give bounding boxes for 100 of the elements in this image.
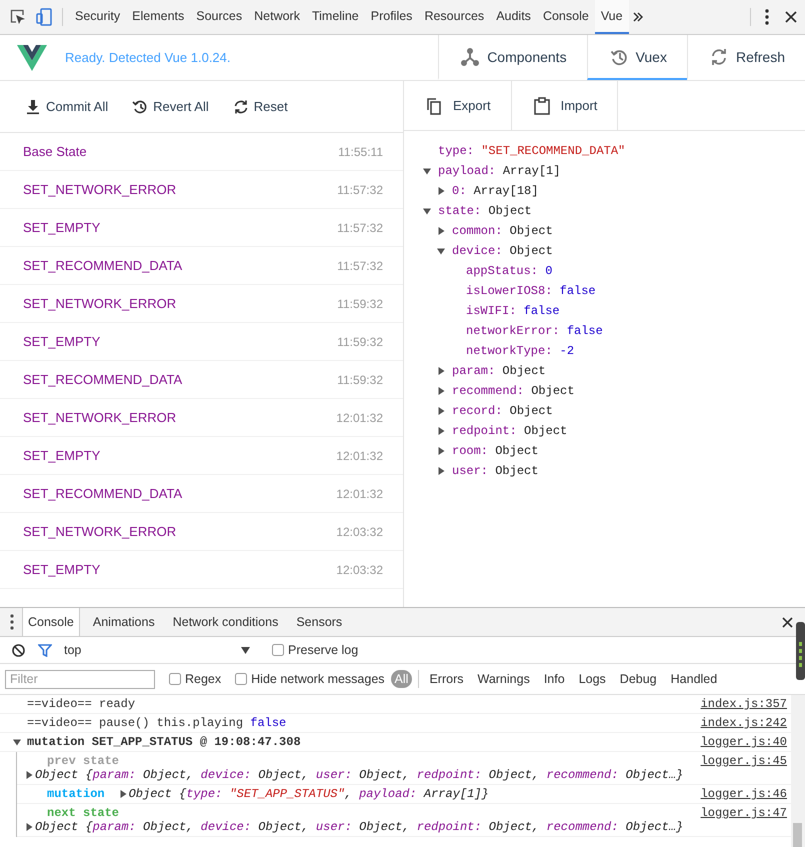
level-filter[interactable]: Warnings <box>473 670 534 688</box>
mutation-name: SET_EMPTY <box>23 562 100 577</box>
toolbar-button[interactable]: Export <box>404 81 512 130</box>
collapsed-arrow-icon[interactable] <box>437 227 445 235</box>
mutation-row[interactable]: SET_RECOMMEND_DATA 11:57:32 <box>0 247 403 285</box>
expanded-arrow-icon[interactable] <box>423 207 431 215</box>
drawer-tab[interactable]: Console <box>22 608 80 636</box>
toolbar-button[interactable]: Commit All <box>25 98 108 114</box>
level-filter[interactable]: Handled <box>666 670 722 688</box>
mutation-row[interactable]: Base State 11:55:11 <box>0 133 403 171</box>
close-icon[interactable] <box>782 616 793 628</box>
tree-nodes-icon <box>461 48 480 66</box>
devtools-tab[interactable]: Security <box>69 0 126 34</box>
mutation-name: Base State <box>23 144 87 159</box>
devtools-tab[interactable]: Timeline <box>306 0 365 34</box>
scrollbar[interactable] <box>791 695 805 847</box>
close-icon[interactable] <box>785 11 797 23</box>
collapsed-arrow-icon[interactable] <box>437 387 445 395</box>
copy-icon <box>425 96 443 114</box>
filter-field[interactable]: Filter <box>5 670 155 688</box>
context-select[interactable]: top <box>64 643 260 657</box>
expanded-arrow-icon[interactable] <box>437 247 445 255</box>
source-link[interactable]: logger.js:40 <box>700 735 787 749</box>
entry-label: mutation <box>47 787 105 801</box>
source-link[interactable]: logger.js:46 <box>700 787 787 801</box>
refresh-icon <box>710 48 728 66</box>
mutation-time: 12:03:32 <box>336 524 383 538</box>
option-checkbox[interactable]: Regex <box>169 672 222 686</box>
log-message: ==video== pause() this.playing false <box>27 716 286 730</box>
mutation-row[interactable]: SET_NETWORK_ERROR 12:01:32 <box>0 399 403 437</box>
state-entry: type: "SET_RECOMMEND_DATA" <box>438 144 626 158</box>
log-message: ==video== ready <box>27 697 136 711</box>
mutation-time: 12:03:32 <box>336 562 383 576</box>
devtools-tab[interactable]: Profiles <box>364 0 418 34</box>
mutation-row[interactable]: SET_RECOMMEND_DATA 12:01:32 <box>0 475 403 513</box>
collapsed-arrow-icon[interactable] <box>437 427 445 435</box>
state-entry: device: Object <box>452 244 553 258</box>
mutation-row[interactable]: SET_NETWORK_ERROR 12:03:32 <box>0 513 403 551</box>
collapsed-arrow-icon[interactable] <box>25 771 33 779</box>
collapsed-arrow-icon[interactable] <box>118 790 127 798</box>
drawer-tab[interactable]: Network conditions <box>168 608 284 636</box>
state-entry: param: Object <box>452 364 546 378</box>
logo-icon <box>17 44 47 70</box>
mutation-time: 12:01:32 <box>336 448 383 462</box>
toolbar-button[interactable]: Revert All <box>132 98 209 114</box>
mutation-row[interactable]: SET_NETWORK_ERROR 11:59:32 <box>0 285 403 323</box>
mutation-row[interactable]: SET_EMPTY 11:59:32 <box>0 323 403 361</box>
devtools-tab[interactable]: Vue <box>594 0 629 34</box>
menu-icon[interactable] <box>765 9 769 25</box>
mutation-time: 11:59:32 <box>337 372 383 386</box>
object-preview: Object {param: Object, device: Object, user: Object, redpoint: Object, recommend: Object…} <box>35 768 684 782</box>
level-filter[interactable]: Debug <box>616 670 661 688</box>
state-entry: common: Object <box>452 224 553 238</box>
devtools-tab[interactable]: Console <box>536 0 595 34</box>
inspect-icon[interactable] <box>10 9 26 25</box>
source-link[interactable]: index.js:357 <box>700 697 787 711</box>
mutation-row[interactable]: SET_EMPTY 12:03:32 <box>0 551 403 589</box>
devtools-tab[interactable]: Resources <box>418 0 490 34</box>
collapsed-arrow-icon[interactable] <box>437 467 445 475</box>
nav-tab[interactable]: Refresh <box>686 35 805 80</box>
more-tabs-icon[interactable] <box>632 12 643 22</box>
mutation-row[interactable]: SET_EMPTY 11:57:32 <box>0 209 403 247</box>
devtools-tab[interactable]: Sources <box>190 0 248 34</box>
filter-icon[interactable] <box>38 644 52 656</box>
toolbar-button[interactable]: Reset <box>232 98 288 114</box>
option-checkbox[interactable]: Hide network messages <box>235 672 385 686</box>
devtools-tab[interactable]: Network <box>248 0 306 34</box>
collapsed-arrow-icon[interactable] <box>437 187 445 195</box>
status-text: Ready. Detected Vue 1.0.24. <box>65 50 230 65</box>
device-mode-icon[interactable] <box>36 8 52 26</box>
dropdown-arrow-icon[interactable] <box>241 646 250 654</box>
collapsed-arrow-icon[interactable] <box>437 407 445 415</box>
source-link[interactable]: logger.js:45 <box>700 754 787 782</box>
source-link[interactable]: logger.js:47 <box>700 806 787 834</box>
nav-tab[interactable]: Vuex <box>586 35 687 80</box>
devtools-tab[interactable]: Audits <box>490 0 537 34</box>
menu-icon[interactable] <box>10 614 14 630</box>
expanded-arrow-icon[interactable] <box>423 167 431 175</box>
state-entry: 0: Array[18] <box>452 184 538 198</box>
collapsed-arrow-icon[interactable] <box>25 823 33 831</box>
level-filter[interactable]: Errors <box>425 670 468 688</box>
source-link[interactable]: index.js:242 <box>700 716 787 730</box>
devtools-tab[interactable]: Elements <box>126 0 190 34</box>
expanded-arrow-icon[interactable] <box>13 738 21 746</box>
mutation-row[interactable]: SET_NETWORK_ERROR 11:57:32 <box>0 171 403 209</box>
checkbox-icon <box>272 644 284 656</box>
level-filter[interactable]: Logs <box>574 670 610 688</box>
mutation-row[interactable]: SET_EMPTY 12:01:32 <box>0 437 403 475</box>
drawer-tab[interactable]: Sensors <box>291 608 348 636</box>
preserve-log-checkbox[interactable]: Preserve log <box>272 643 358 657</box>
clear-icon[interactable] <box>12 644 25 656</box>
nav-tab[interactable]: Components <box>438 35 587 80</box>
state-entry: recommend: Object <box>452 384 574 398</box>
mutation-row[interactable]: SET_RECOMMEND_DATA 11:59:32 <box>0 361 403 399</box>
collapsed-arrow-icon[interactable] <box>437 367 445 375</box>
state-entry: record: Object <box>452 404 553 418</box>
collapsed-arrow-icon[interactable] <box>437 447 445 455</box>
toolbar-button[interactable]: Import <box>512 81 618 130</box>
level-filter[interactable]: Info <box>540 670 569 688</box>
drawer-tab[interactable]: Animations <box>88 608 160 636</box>
